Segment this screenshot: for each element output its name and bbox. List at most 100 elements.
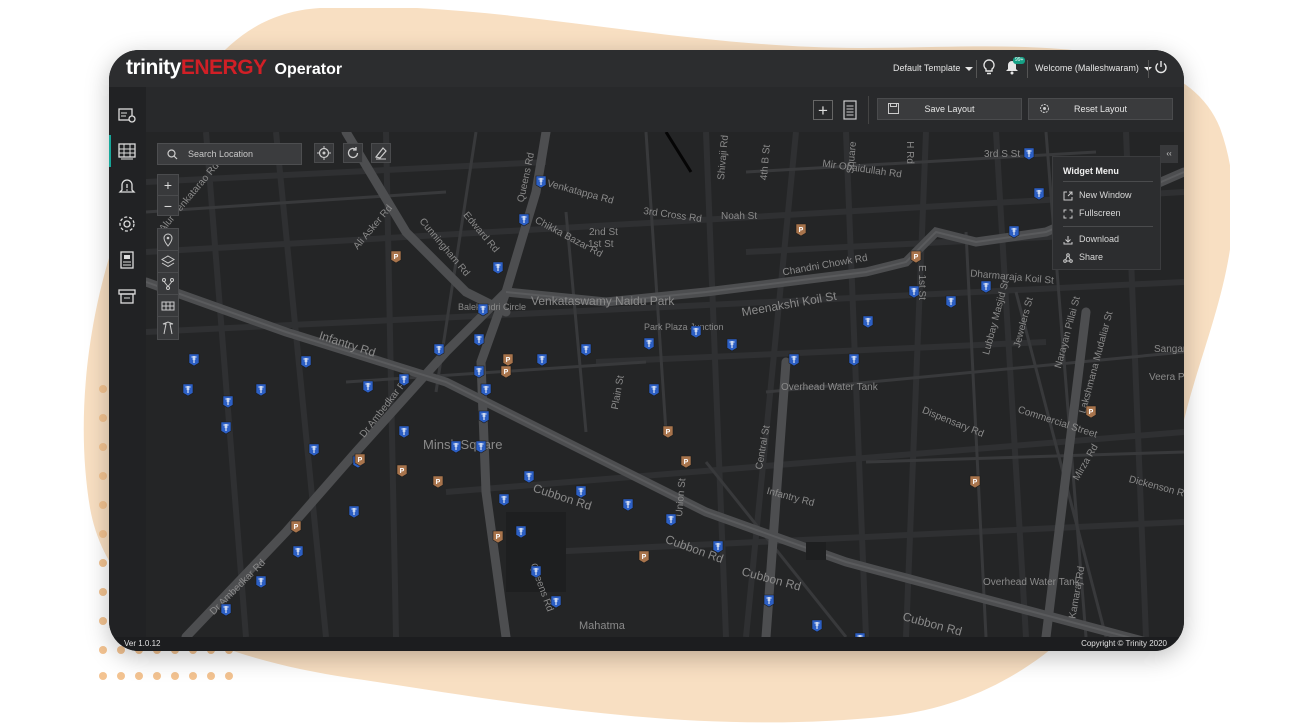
substation-pin-icon[interactable] bbox=[433, 343, 445, 357]
clear-button[interactable] bbox=[371, 143, 391, 163]
parking-pin-icon[interactable]: P bbox=[492, 530, 504, 544]
layers-tool[interactable] bbox=[158, 251, 178, 273]
tower-tool[interactable] bbox=[158, 317, 178, 339]
parking-pin-icon[interactable]: P bbox=[910, 250, 922, 264]
substation-pin-icon[interactable] bbox=[292, 545, 304, 559]
substation-pin-icon[interactable] bbox=[398, 425, 410, 439]
substation-pin-icon[interactable] bbox=[473, 365, 485, 379]
substation-pin-icon[interactable] bbox=[477, 303, 489, 317]
substation-pin-icon[interactable] bbox=[398, 373, 410, 387]
substation-pin-icon[interactable] bbox=[726, 338, 738, 352]
substation-pin-icon[interactable] bbox=[535, 175, 547, 189]
street-label: Overhead Water Tank bbox=[781, 382, 878, 393]
substation-pin-icon[interactable] bbox=[530, 565, 542, 579]
collapse-panel-button[interactable]: ‹‹ bbox=[1160, 145, 1178, 163]
substation-pin-icon[interactable] bbox=[536, 353, 548, 367]
location-pin-tool[interactable] bbox=[158, 229, 178, 251]
add-widget-button[interactable]: + bbox=[813, 100, 833, 120]
substation-pin-icon[interactable] bbox=[478, 410, 490, 424]
substation-pin-icon[interactable] bbox=[690, 325, 702, 339]
reset-layout-label: Reset Layout bbox=[1073, 104, 1128, 114]
substation-pin-icon[interactable] bbox=[475, 440, 487, 454]
search-input[interactable] bbox=[188, 147, 296, 161]
substation-pin-icon[interactable] bbox=[480, 383, 492, 397]
parking-pin-icon[interactable]: P bbox=[390, 250, 402, 264]
save-layout-button[interactable]: Save Layout bbox=[877, 98, 1022, 120]
grid-tool[interactable] bbox=[158, 295, 178, 317]
substation-pin-icon[interactable] bbox=[643, 337, 655, 351]
substation-pin-icon[interactable] bbox=[222, 395, 234, 409]
parking-pin-icon[interactable]: P bbox=[500, 365, 512, 379]
substation-pin-icon[interactable] bbox=[862, 315, 874, 329]
power-icon[interactable] bbox=[1154, 60, 1168, 74]
substation-pin-icon[interactable] bbox=[580, 343, 592, 357]
substation-pin-icon[interactable] bbox=[575, 485, 587, 499]
substation-pin-icon[interactable] bbox=[515, 525, 527, 539]
parking-pin-icon[interactable]: P bbox=[432, 475, 444, 489]
substation-pin-icon[interactable] bbox=[788, 353, 800, 367]
parking-pin-icon[interactable]: P bbox=[396, 464, 408, 478]
gear-icon[interactable] bbox=[117, 214, 137, 234]
parking-pin-icon[interactable]: P bbox=[1085, 405, 1097, 419]
substation-pin-icon[interactable] bbox=[220, 421, 232, 435]
user-dropdown[interactable]: Welcome (Malleshwaram) bbox=[1035, 63, 1152, 73]
reset-layout-button[interactable]: Reset Layout bbox=[1028, 98, 1173, 120]
substation-pin-icon[interactable] bbox=[300, 355, 312, 369]
substation-pin-icon[interactable] bbox=[712, 540, 724, 554]
new-window-item[interactable]: New Window bbox=[1063, 190, 1132, 201]
lightbulb-icon[interactable] bbox=[982, 59, 996, 75]
alert-bell-icon[interactable] bbox=[117, 177, 137, 197]
substation-pin-icon[interactable] bbox=[348, 505, 360, 519]
substation-pin-icon[interactable] bbox=[945, 295, 957, 309]
substation-pin-icon[interactable] bbox=[980, 280, 992, 294]
refresh-button[interactable] bbox=[343, 143, 363, 163]
substation-pin-icon[interactable] bbox=[492, 261, 504, 275]
substation-pin-icon[interactable] bbox=[220, 603, 232, 617]
billing-icon[interactable] bbox=[117, 286, 137, 306]
zoom-out-button[interactable]: − bbox=[158, 196, 178, 216]
map-view[interactable]: Alur Venkatarao Rd Queens Rd Ali Asker R… bbox=[146, 132, 1184, 637]
substation-pin-icon[interactable] bbox=[763, 594, 775, 608]
parking-pin-icon[interactable]: P bbox=[354, 453, 366, 467]
parking-pin-icon[interactable]: P bbox=[680, 455, 692, 469]
parking-pin-icon[interactable]: P bbox=[969, 475, 981, 489]
substation-pin-icon[interactable] bbox=[665, 513, 677, 527]
substation-pin-icon[interactable] bbox=[908, 285, 920, 299]
substation-pin-icon[interactable] bbox=[188, 353, 200, 367]
substation-pin-icon[interactable] bbox=[308, 443, 320, 457]
substation-pin-icon[interactable] bbox=[622, 498, 634, 512]
parking-pin-icon[interactable]: P bbox=[638, 550, 650, 564]
substation-pin-icon[interactable] bbox=[523, 470, 535, 484]
parking-pin-icon[interactable]: P bbox=[290, 520, 302, 534]
substation-pin-icon[interactable] bbox=[450, 440, 462, 454]
substation-pin-icon[interactable] bbox=[1008, 225, 1020, 239]
share-item[interactable]: Share bbox=[1063, 252, 1103, 263]
report-icon[interactable] bbox=[117, 250, 137, 270]
substation-pin-icon[interactable] bbox=[648, 383, 660, 397]
zoom-in-button[interactable]: + bbox=[158, 175, 178, 195]
template-dropdown[interactable]: Default Template bbox=[893, 63, 974, 73]
substation-pin-icon[interactable] bbox=[473, 333, 485, 347]
document-icon[interactable] bbox=[843, 100, 857, 120]
substation-pin-icon[interactable] bbox=[255, 575, 267, 589]
substation-pin-icon[interactable] bbox=[255, 383, 267, 397]
parking-pin-icon[interactable]: P bbox=[795, 223, 807, 237]
substation-pin-icon[interactable] bbox=[811, 619, 823, 633]
substation-pin-icon[interactable] bbox=[498, 493, 510, 507]
substation-pin-icon[interactable] bbox=[362, 380, 374, 394]
fullscreen-item[interactable]: Fullscreen bbox=[1063, 208, 1121, 219]
download-item[interactable]: Download bbox=[1063, 234, 1119, 245]
substation-pin-icon[interactable] bbox=[1033, 187, 1045, 201]
substation-pin-icon[interactable] bbox=[182, 383, 194, 397]
locate-button[interactable] bbox=[314, 143, 334, 163]
map-grid-icon[interactable] bbox=[117, 141, 137, 161]
brand-logo[interactable]: trinityENERGY Operator bbox=[126, 56, 342, 80]
substation-pin-icon[interactable] bbox=[848, 353, 860, 367]
parking-pin-icon[interactable]: P bbox=[662, 425, 674, 439]
svg-text:P: P bbox=[394, 254, 399, 261]
dashboard-settings-icon[interactable] bbox=[117, 105, 137, 125]
network-tool[interactable] bbox=[158, 273, 178, 295]
substation-pin-icon[interactable] bbox=[518, 213, 530, 227]
substation-pin-icon[interactable] bbox=[550, 595, 562, 609]
substation-pin-icon[interactable] bbox=[1023, 147, 1035, 161]
